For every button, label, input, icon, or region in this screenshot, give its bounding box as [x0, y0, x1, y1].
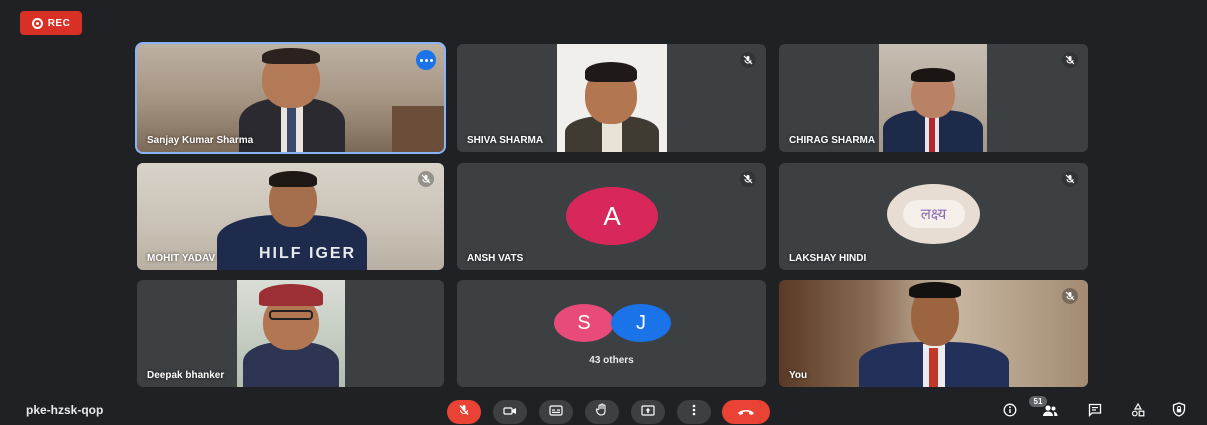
chat-button[interactable]	[1086, 403, 1104, 421]
recording-label: REC	[47, 17, 71, 29]
video-feed	[557, 44, 667, 152]
participant-tile-ansh[interactable]: A ANSH VATS	[457, 163, 766, 270]
video-background-furniture	[392, 106, 444, 152]
participant-name: SHIVA SHARMA	[467, 135, 544, 146]
mic-off-icon	[1062, 52, 1078, 68]
bottom-toolbar: pke-hzsk-qop	[0, 392, 1207, 425]
participant-tile-others[interactable]: S J 43 others	[457, 280, 766, 387]
participant-tile-sanjay[interactable]: Sanjay Kumar Sharma	[137, 44, 444, 152]
participant-video-person: HILF IGER	[207, 163, 377, 270]
avatar-letter: S	[577, 311, 591, 334]
recording-indicator: REC	[20, 11, 82, 35]
avatar-letter: J	[636, 311, 646, 334]
leave-call-button[interactable]	[722, 400, 770, 424]
shield-lock-icon	[1172, 402, 1186, 422]
hand-icon	[595, 403, 608, 421]
record-icon	[31, 17, 43, 29]
people-count-badge: 51	[1029, 396, 1047, 407]
participant-tile-lakshay[interactable]: लक्ष्य LAKSHAY HINDI	[779, 163, 1088, 270]
participant-tile-chirag[interactable]: CHIRAG SHARMA	[779, 44, 1088, 152]
avatar-letter: A	[603, 200, 621, 231]
participant-avatar: J	[611, 304, 671, 342]
participant-avatar: A	[566, 187, 658, 245]
participant-avatar: लक्ष्य	[887, 184, 980, 244]
mic-off-icon	[458, 403, 470, 421]
participant-tile-deepak[interactable]: Deepak bhanker	[137, 280, 444, 387]
participant-tile-shiva[interactable]: SHIVA SHARMA	[457, 44, 766, 152]
participant-video-person	[849, 280, 1019, 387]
raise-hand-button[interactable]	[585, 400, 619, 424]
mic-toggle-button[interactable]	[447, 400, 481, 424]
video-feed	[237, 280, 345, 387]
activities-button[interactable]	[1129, 402, 1147, 422]
meeting-details-button[interactable]	[1001, 403, 1019, 421]
host-controls-button[interactable]	[1170, 402, 1188, 422]
camera-toggle-button[interactable]	[493, 400, 527, 424]
camera-icon	[503, 403, 517, 421]
more-options-button[interactable]	[677, 400, 711, 424]
participant-name: CHIRAG SHARMA	[789, 135, 876, 146]
present-screen-button[interactable]	[631, 400, 665, 424]
meeting-code: pke-hzsk-qop	[26, 403, 104, 417]
mic-off-icon	[418, 171, 434, 187]
captions-icon	[549, 403, 563, 421]
chat-icon	[1088, 403, 1102, 422]
participant-tile-self[interactable]: You	[779, 280, 1088, 387]
info-icon	[1003, 403, 1017, 422]
participant-name: LAKSHAY HINDI	[789, 253, 867, 264]
participant-name: MOHIT YADAV	[147, 253, 216, 264]
others-count: 43 others	[589, 355, 634, 366]
captions-button[interactable]	[539, 400, 573, 424]
participant-avatar: S	[554, 304, 614, 342]
avatar-logo: लक्ष्य	[902, 200, 965, 228]
hang-up-icon	[737, 403, 755, 421]
mic-off-icon	[740, 171, 756, 187]
shirt-print: HILF IGER	[259, 245, 357, 262]
participant-name: Deepak bhanker	[147, 370, 225, 381]
mic-off-icon	[740, 52, 756, 68]
logo-text: लक्ष्य	[920, 205, 947, 223]
participant-name: Sanjay Kumar Sharma	[147, 135, 254, 146]
participant-tile-mohit[interactable]: HILF IGER MOHIT YADAV	[137, 163, 444, 270]
mic-off-icon	[1062, 288, 1078, 304]
present-icon	[641, 403, 655, 421]
participant-name: ANSH VATS	[467, 253, 524, 264]
mic-off-icon	[1062, 171, 1078, 187]
participant-name: You	[789, 370, 808, 381]
more-options-icon[interactable]	[416, 50, 436, 70]
video-feed	[879, 44, 987, 152]
activities-icon	[1131, 402, 1145, 422]
more-vertical-icon	[692, 403, 696, 421]
